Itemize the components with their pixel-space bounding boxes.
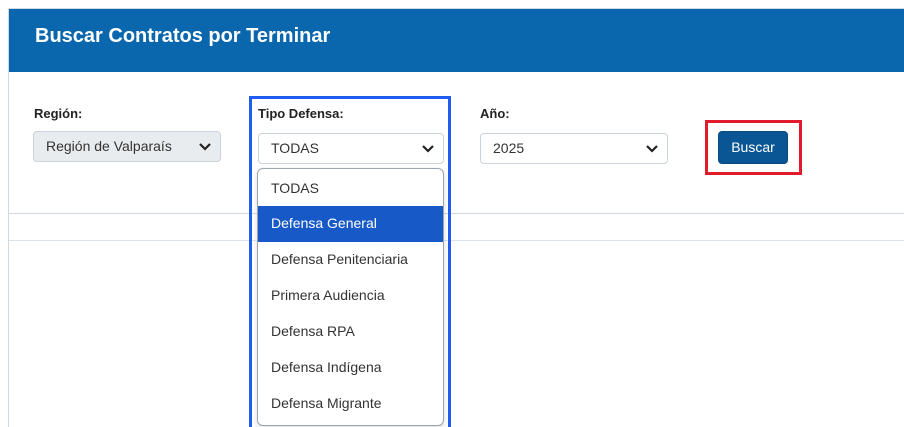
- buscar-highlight-box: [705, 120, 802, 175]
- chevron-down-icon: [199, 143, 211, 151]
- panel-header: Buscar Contratos por Terminar: [9, 9, 904, 72]
- region-select-value: Región de Valparaís: [46, 138, 172, 154]
- page-title: Buscar Contratos por Terminar: [35, 25, 331, 47]
- divider: [8, 240, 904, 241]
- region-label: Región:: [34, 106, 83, 121]
- search-panel: Buscar Contratos por Terminar: [8, 8, 904, 214]
- anio-select[interactable]: 2025: [480, 133, 668, 164]
- anio-label: Año:: [480, 106, 510, 121]
- content-border: [8, 214, 9, 427]
- region-select[interactable]: Región de Valparaís: [33, 131, 221, 162]
- tipo-defensa-highlight-box: [249, 96, 451, 427]
- anio-select-value: 2025: [493, 140, 525, 156]
- chevron-down-icon: [646, 145, 658, 153]
